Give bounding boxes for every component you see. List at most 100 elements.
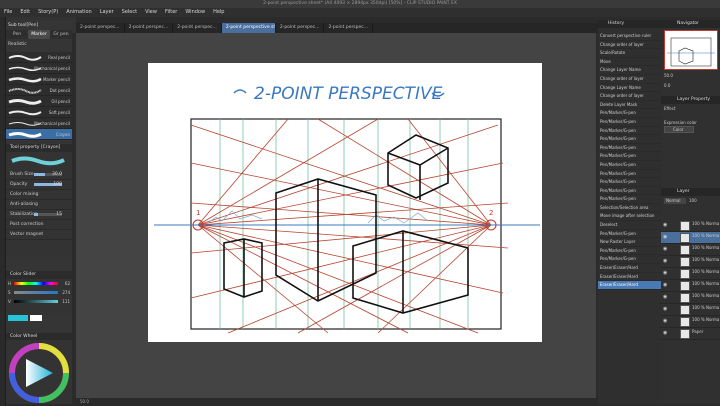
- history-item[interactable]: Pen/Marker/G-pen: [598, 178, 661, 187]
- history-item[interactable]: Selection/Selection area: [598, 204, 661, 213]
- history-item[interactable]: Pen/Marker/G-pen: [598, 187, 661, 196]
- color-slider-title: Color Slider: [6, 271, 72, 279]
- tab-document[interactable]: 2-point perspec...: [276, 23, 325, 33]
- eye-icon[interactable]: ◉: [663, 235, 669, 240]
- navigator-preview[interactable]: [664, 30, 718, 70]
- menu-item[interactable]: Filter: [165, 8, 177, 17]
- history-item[interactable]: Change Layer Name: [598, 84, 661, 93]
- brush-size-row[interactable]: Brush Size 30.0: [6, 170, 72, 180]
- color-wheel[interactable]: [8, 342, 70, 404]
- eye-icon[interactable]: ◉: [663, 223, 669, 228]
- expression-color-select[interactable]: Color: [664, 126, 694, 133]
- tab-marker[interactable]: Marker: [28, 30, 50, 39]
- history-item[interactable]: Pen/Marker/G-pen: [598, 230, 661, 239]
- color-mixing-row[interactable]: Color mixing: [6, 190, 72, 200]
- layer-thumbnail: [680, 317, 690, 327]
- history-item[interactable]: Pen/Marker/G-pen: [598, 118, 661, 127]
- brush-item[interactable]: Oil pencil: [6, 96, 72, 107]
- eye-icon[interactable]: ◉: [663, 259, 669, 264]
- history-item[interactable]: Pen/Marker/G-pen: [598, 195, 661, 204]
- history-item[interactable]: Pen/Marker/G-pen: [598, 255, 661, 265]
- menu-item[interactable]: Layer: [100, 8, 114, 17]
- brush-item-selected[interactable]: Crayon: [6, 129, 72, 140]
- menu-item[interactable]: Select: [122, 8, 137, 17]
- tab-pen[interactable]: Pen: [6, 30, 28, 39]
- layer-row[interactable]: ◉ 100 % Normal Blue: [661, 292, 720, 304]
- saturation-slider[interactable]: S 274: [6, 288, 72, 297]
- history-item[interactable]: Pen/Marker/G-pen: [598, 152, 661, 161]
- history-item[interactable]: Eraser/Eraser/Hard: [598, 281, 661, 290]
- menu-item[interactable]: Window: [185, 8, 205, 17]
- layer-row[interactable]: ◉ 100 % Normal Layer 2: [661, 232, 720, 244]
- history-item[interactable]: Move image after selection: [598, 212, 661, 222]
- zoom-value[interactable]: 50.0: [664, 73, 673, 78]
- history-item[interactable]: Move: [598, 58, 661, 67]
- history-item[interactable]: Convert perspective ruler: [598, 32, 661, 41]
- tab-document[interactable]: 2-point perspec...: [324, 23, 374, 33]
- history-item[interactable]: Change order of layer: [598, 75, 661, 84]
- eye-icon[interactable]: ◉: [663, 271, 669, 276]
- eye-icon[interactable]: ◉: [663, 295, 669, 300]
- layer-opacity[interactable]: 100: [689, 198, 697, 203]
- history-item[interactable]: Pen/Marker/G-pen: [598, 170, 661, 179]
- brush-item[interactable]: Mechanical pencil: [6, 63, 72, 74]
- menu-item[interactable]: Edit: [20, 8, 30, 17]
- hue-slider[interactable]: H 62: [6, 279, 72, 288]
- tab-gr-pen[interactable]: Gr pen: [50, 30, 72, 39]
- brush-item[interactable]: Mechanical pencil: [6, 118, 72, 129]
- brush-item[interactable]: Soft pencil: [6, 107, 72, 118]
- menu-item[interactable]: View: [145, 8, 157, 17]
- layer-row[interactable]: ◉ 100 % Normal Layer 3: [661, 244, 720, 256]
- tab-document[interactable]: 2-point perspec...: [173, 23, 222, 33]
- history-item[interactable]: Eraser/Eraser/Hard: [598, 264, 661, 273]
- history-item[interactable]: Pen/Marker/G-pen: [598, 109, 661, 118]
- sub-color-swatch[interactable]: [30, 315, 42, 321]
- eye-icon[interactable]: ◉: [663, 319, 669, 324]
- opacity-row[interactable]: Opacity 100: [6, 180, 72, 190]
- history-item[interactable]: Pen/Marker/G-pen: [598, 161, 661, 170]
- history-item[interactable]: Change Layer Name: [598, 66, 661, 75]
- menu-item[interactable]: Help: [213, 8, 224, 17]
- menu-item[interactable]: File: [4, 8, 12, 17]
- eye-icon[interactable]: ◉: [663, 247, 669, 252]
- history-item[interactable]: Eraser/Eraser/Hard: [598, 273, 661, 282]
- value-slider[interactable]: V 111: [6, 297, 72, 306]
- layer-row[interactable]: ◉ Paper: [661, 328, 720, 340]
- layer-row[interactable]: ◉ 100 % Normal Red: [661, 304, 720, 316]
- history-item[interactable]: Pen/Marker/G-pen: [598, 135, 661, 144]
- history-item[interactable]: Pen/Marker/G-pen: [598, 127, 661, 136]
- history-item[interactable]: Change order of layer: [598, 41, 661, 50]
- post-correction-row[interactable]: Post correction: [6, 220, 72, 230]
- history-item[interactable]: Pen/Marker/G-pen: [598, 144, 661, 153]
- history-item[interactable]: Change order of layer: [598, 92, 661, 101]
- brush-item[interactable]: Real pencil: [6, 52, 72, 63]
- layer-row[interactable]: ◉ 100 % Normal Green: [661, 280, 720, 292]
- layer-row[interactable]: ◉ 100 % Normal Folder 1: [661, 268, 720, 280]
- subtool-group[interactable]: Realistic: [8, 42, 27, 47]
- blend-mode-select[interactable]: Normal: [664, 198, 686, 204]
- vector-magnet-row[interactable]: Vector magnet: [6, 230, 72, 240]
- history-item[interactable]: Pen/Marker/G-pen: [598, 247, 661, 256]
- tab-active-document[interactable]: 2-point perspective sheet*: [221, 23, 276, 33]
- brush-item[interactable]: Dot pencil: [6, 85, 72, 96]
- tab-document[interactable]: 2-point perspec...: [76, 23, 125, 33]
- history-item[interactable]: Scale/Rotate: [598, 49, 661, 58]
- anti-aliasing-row[interactable]: Anti-aliasing: [6, 200, 72, 210]
- history-item[interactable]: New Raster Layer: [598, 238, 661, 247]
- eye-icon[interactable]: ◉: [663, 307, 669, 312]
- drawing-canvas[interactable]: 2-POINT PERSPECTIVE 1 2: [148, 63, 542, 342]
- rotate-value[interactable]: 0.0: [664, 83, 670, 88]
- menu-item[interactable]: Animation: [66, 8, 92, 17]
- main-color-swatch[interactable]: [8, 315, 28, 321]
- stabilization-row[interactable]: Stabilization 15: [6, 210, 72, 220]
- layer-row[interactable]: ◉ 100 % Normal Layer 1: [661, 256, 720, 268]
- layer-row[interactable]: ◉ 100 % Normal Folder 2: [661, 220, 720, 232]
- layer-row[interactable]: ◉ 100 % Normal Perspective: [661, 316, 720, 328]
- history-item[interactable]: Deselect: [598, 221, 661, 230]
- menu-item[interactable]: Story(P): [38, 8, 58, 17]
- eye-icon[interactable]: ◉: [663, 331, 669, 336]
- history-item[interactable]: Delete Layer Mask: [598, 101, 661, 110]
- eye-icon[interactable]: ◉: [663, 283, 669, 288]
- tab-document[interactable]: 2-point perspec...: [125, 23, 174, 33]
- brush-item[interactable]: Marker pencil: [6, 74, 72, 85]
